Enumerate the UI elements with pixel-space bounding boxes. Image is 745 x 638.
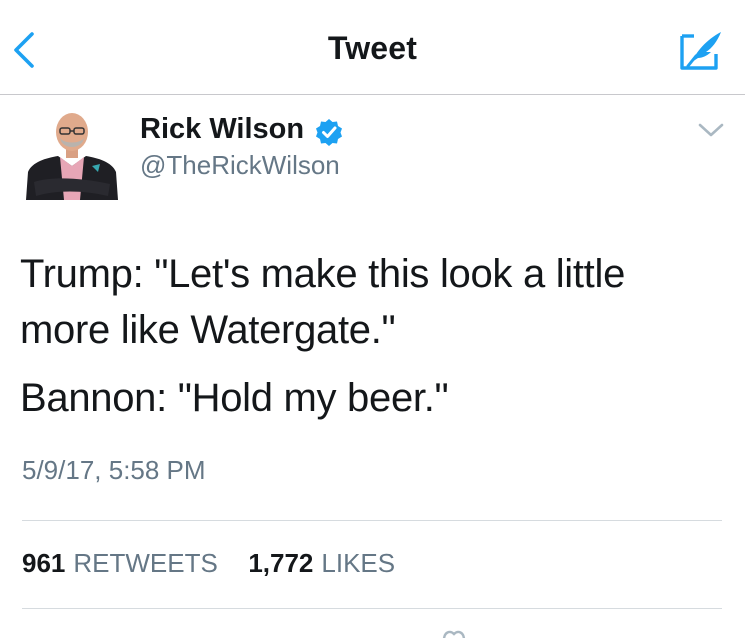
- tweet-paragraph-1: Trump: "Let's make this look a little mo…: [20, 252, 626, 352]
- retweets-count: 961: [22, 548, 66, 578]
- likes-count: 1,772: [248, 548, 314, 578]
- divider: [22, 608, 722, 609]
- tweet-text: Trump: "Let's make this look a little mo…: [20, 246, 720, 426]
- tweet-timestamp: 5/9/17, 5:58 PM: [22, 455, 206, 485]
- nav-bar: Tweet: [0, 0, 745, 95]
- tweet-stats: 961 RETWEETS 1,772 LIKES: [22, 548, 395, 579]
- like-icon[interactable]: [436, 626, 476, 638]
- retweets-stat[interactable]: 961 RETWEETS: [22, 548, 225, 578]
- likes-label: LIKES: [321, 548, 396, 578]
- verified-badge-icon: [316, 119, 342, 146]
- author-display-name[interactable]: Rick Wilson: [140, 113, 304, 146]
- tweet-paragraph-2: Bannon: "Hold my beer.": [20, 376, 449, 420]
- page-title: Tweet: [327, 30, 418, 66]
- likes-stat[interactable]: 1,772 LIKES: [241, 548, 395, 578]
- compose-feather-icon: [680, 32, 721, 70]
- divider: [22, 520, 722, 521]
- avatar[interactable]: [22, 100, 122, 200]
- author-handle[interactable]: @TheRickWilson: [140, 150, 340, 181]
- chevron-down-icon: [698, 123, 724, 137]
- tweet-detail-screen: Tweet Rick Wilson @TheRickWilson Trump: …: [0, 0, 745, 638]
- retweets-label: RETWEETS: [73, 548, 218, 578]
- compose-tweet-button[interactable]: [676, 28, 726, 74]
- tweet-menu-button[interactable]: [694, 118, 728, 144]
